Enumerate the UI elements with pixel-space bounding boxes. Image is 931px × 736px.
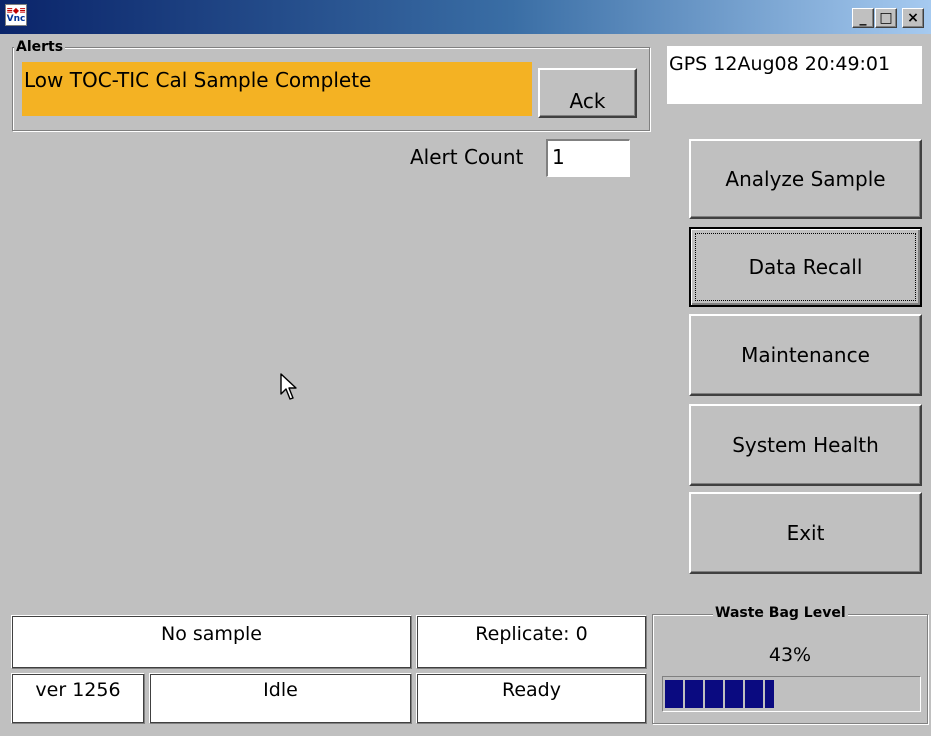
alerts-group-label: Alerts <box>14 39 66 55</box>
progress-segment <box>685 680 703 708</box>
analyze-sample-button[interactable]: Analyze Sample <box>689 139 922 219</box>
system-health-button[interactable]: System Health <box>689 404 922 486</box>
maintenance-button[interactable]: Maintenance <box>689 314 922 396</box>
ack-button[interactable]: Ack <box>538 68 637 118</box>
analyze-sample-label: Analyze Sample <box>725 167 886 191</box>
alert-count-field[interactable]: 1 <box>546 139 630 177</box>
title-bar[interactable] <box>0 0 931 34</box>
focus-ring <box>695 233 916 301</box>
readiness-status: Ready <box>416 673 647 724</box>
exit-label: Exit <box>786 521 825 545</box>
progress-segment <box>765 680 774 708</box>
data-recall-button[interactable]: Data Recall <box>689 227 922 307</box>
vnc-app-icon[interactable]: ≡◆≡ Vnc <box>5 4 27 26</box>
maximize-button[interactable]: □ <box>875 8 897 28</box>
maintenance-label: Maintenance <box>741 343 870 367</box>
version-status: ver 1256 <box>11 673 145 724</box>
progress-segment <box>665 680 683 708</box>
ack-button-label: Ack <box>569 89 606 113</box>
minimize-button[interactable]: _ <box>852 8 874 28</box>
progress-segment <box>705 680 723 708</box>
alert-count-label: Alert Count <box>410 145 524 169</box>
gps-timestamp: GPS 12Aug08 20:49:01 <box>667 46 922 104</box>
replicate-status: Replicate: 0 <box>416 615 647 669</box>
progress-segment <box>725 680 743 708</box>
exit-button[interactable]: Exit <box>689 492 922 574</box>
waste-bag-progress <box>662 676 921 712</box>
waste-bag-progress-fill <box>665 680 774 708</box>
app-icon-label: Vnc <box>6 14 26 24</box>
alert-message: Low TOC-TIC Cal Sample Complete <box>22 62 532 116</box>
state-status: Idle <box>149 673 412 724</box>
close-button[interactable]: × <box>902 8 924 28</box>
sample-status: No sample <box>11 615 412 669</box>
waste-bag-label: Waste Bag Level <box>713 605 848 621</box>
system-health-label: System Health <box>732 433 879 457</box>
mouse-cursor-icon <box>280 373 297 400</box>
progress-segment <box>745 680 763 708</box>
waste-bag-percent: 43% <box>768 644 812 666</box>
